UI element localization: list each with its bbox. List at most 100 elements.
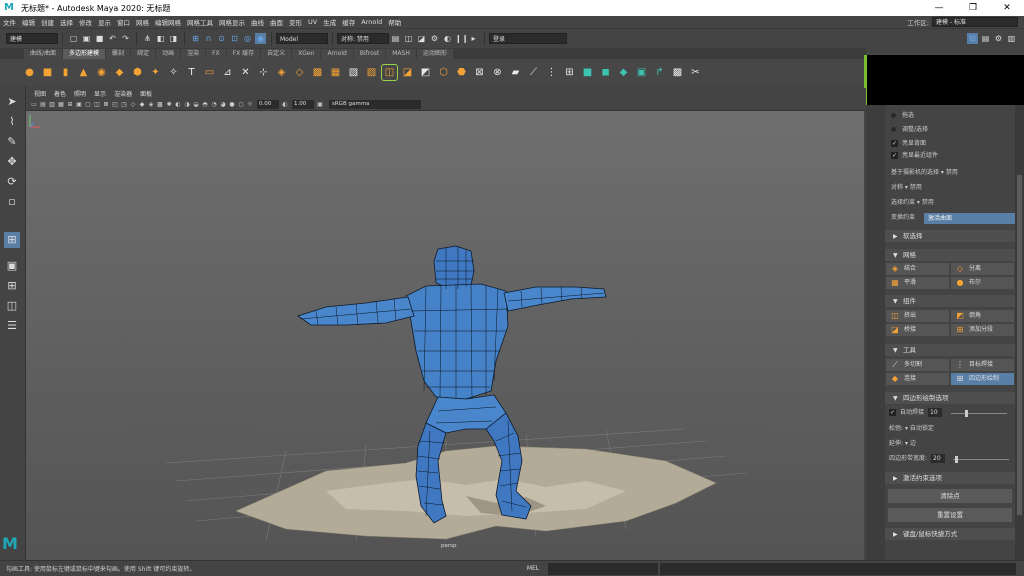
close-button[interactable]: ✕ [990, 0, 1024, 16]
shelf-tab-bifrost[interactable]: Bifrost [353, 49, 386, 59]
pause-icon[interactable]: ❙❙ [455, 33, 468, 44]
minimize-button[interactable]: — [922, 0, 956, 16]
separate-button[interactable]: ◇ 分离 [951, 263, 1014, 275]
render-view-icon[interactable]: ▤ [390, 33, 401, 44]
super-shape-icon[interactable]: ✧ [166, 65, 181, 80]
separate-icon[interactable]: ◇ [292, 65, 307, 80]
modeling-toolkit-icon[interactable]: ⊟ [967, 33, 978, 44]
screen-space-ao-icon[interactable]: ◑ [183, 101, 191, 109]
strip-width-slider-knob[interactable] [955, 456, 958, 463]
extend-option[interactable]: 延伸: ▾ 边 [889, 439, 916, 449]
render-frame-icon[interactable]: ◫ [403, 33, 414, 44]
smooth-shade-icon[interactable]: ◆ [138, 101, 146, 109]
shelf-tab-animation[interactable]: 动画 [156, 49, 181, 59]
shelf-tab-poly-modeling[interactable]: 多边形建模 [63, 49, 106, 59]
menu-help[interactable]: 帮助 [385, 17, 404, 27]
menu-windows[interactable]: 窗口 [114, 17, 133, 27]
exposure-icon[interactable]: ☼ [246, 101, 254, 109]
channel-box-icon[interactable]: ▥ [1006, 33, 1017, 44]
symmetry-dropdown[interactable]: 对称: 禁用 [337, 33, 389, 44]
section-mesh[interactable]: ▼ 网格 [885, 249, 1015, 261]
motion-blur-icon[interactable]: ◒ [192, 101, 200, 109]
camera-attributes-icon[interactable]: ▤ [39, 101, 47, 109]
xray-joints-icon[interactable]: ● [228, 101, 236, 109]
undo-icon[interactable]: ↶ [107, 33, 118, 44]
section-soft-select[interactable]: ▶ 软选择 [885, 230, 1015, 242]
target-weld-icon[interactable]: ⋮ [544, 65, 559, 80]
text-icon[interactable]: T [184, 65, 199, 80]
film-gate-icon[interactable]: ▣ [75, 101, 83, 109]
xray-icon[interactable]: ◕ [219, 101, 227, 109]
bevel-icon[interactable]: ◩ [418, 65, 433, 80]
redo-icon[interactable]: ↷ [120, 33, 131, 44]
menu-cache[interactable]: 缓存 [339, 17, 358, 27]
poly-disc-icon[interactable]: ⬢ [130, 65, 145, 80]
bevel-button[interactable]: ◩ 倒角 [951, 310, 1014, 322]
menu-display[interactable]: 显示 [95, 17, 114, 27]
script-language-button[interactable]: MEL [518, 565, 548, 572]
selection-constraint[interactable]: 选择约束 ▾ 禁用 [891, 198, 934, 208]
command-input[interactable] [548, 562, 658, 575]
scrollbar-thumb[interactable] [1017, 175, 1022, 515]
multicut-icon[interactable]: ⟋ [526, 65, 541, 80]
textured-icon[interactable]: ▩ [156, 101, 164, 109]
add-divisions-button[interactable]: ⊞ 添加分段 [951, 324, 1014, 336]
cylindrical-mapping-icon[interactable]: ◼ [598, 65, 613, 80]
single-perspective-layout-icon[interactable]: ▣ [4, 258, 20, 274]
bookmark-icon[interactable]: ▥ [48, 101, 56, 109]
select-hierarchy-icon[interactable]: ⋔ [142, 33, 153, 44]
boolean-union-icon[interactable]: ▩ [310, 65, 325, 80]
merge-icon[interactable]: ⊗ [490, 65, 505, 80]
shelf-tab-rigging[interactable]: 绑定 [131, 49, 156, 59]
snap-point-icon[interactable]: ⊙ [216, 33, 227, 44]
select-camera-icon[interactable]: ▭ [30, 101, 38, 109]
shelf-tab-mash[interactable]: MASH [386, 49, 416, 59]
menu-modify[interactable]: 修改 [76, 17, 95, 27]
color-space-dropdown[interactable]: sRGB gamma [329, 100, 421, 109]
save-scene-icon[interactable]: ■ [94, 33, 105, 44]
quad-draw-tool-icon[interactable]: ⊞ [4, 232, 20, 248]
shelf-tab-fx[interactable]: FX [206, 49, 226, 59]
login-dropdown[interactable]: 登录 [489, 33, 567, 44]
menu-select[interactable]: 选择 [57, 17, 76, 27]
sew-uv-icon[interactable]: ✂ [688, 65, 703, 80]
xform-icon[interactable]: ⊹ [256, 65, 271, 80]
move-tool-icon[interactable]: ✥ [4, 154, 20, 170]
shelf-tab-rendering[interactable]: 渲染 [181, 49, 206, 59]
camera-based-selection[interactable]: 基于摄影机的选择 ▾ 禁用 [891, 168, 958, 178]
menu-surfaces[interactable]: 曲面 [267, 17, 286, 27]
section-hotkeys[interactable]: ▶ 键盘/鼠标快捷方式 [885, 528, 1015, 540]
render-settings-icon[interactable]: ⚙ [429, 33, 440, 44]
hypershade-icon[interactable]: ◐ [442, 33, 453, 44]
shelf-tab-curves[interactable]: 曲线/曲面 [24, 49, 63, 59]
combine-icon[interactable]: ◈ [274, 65, 289, 80]
mirror-icon[interactable]: ▨ [364, 65, 379, 80]
viewport-menu-lighting[interactable]: 照明 [70, 89, 90, 98]
viewport-3d[interactable]: persp [26, 111, 864, 560]
snap-surface-icon[interactable]: ◎ [242, 33, 253, 44]
gamma-icon[interactable]: ◐ [281, 101, 289, 109]
snap-view-icon[interactable]: ⊡ [229, 33, 240, 44]
menu-create[interactable]: 创建 [38, 17, 57, 27]
insert-edge-loop-icon[interactable]: ⊞ [562, 65, 577, 80]
reset-settings-button[interactable]: 重置设置 [888, 508, 1012, 522]
relax-option[interactable]: 松弛: ▾ 自动锁定 [889, 424, 934, 434]
menu-file[interactable]: 文件 [0, 17, 19, 27]
xray-components-icon[interactable]: ○ [237, 101, 245, 109]
shelf-tab-motion-graphics[interactable]: 运动图形 [416, 49, 453, 59]
platonic-solid-icon[interactable]: ✦ [148, 65, 163, 80]
safe-action-icon[interactable]: ◰ [111, 101, 119, 109]
svg-icon[interactable]: ▭ [202, 65, 217, 80]
lattice-icon[interactable]: ✕ [238, 65, 253, 80]
attribute-editor-icon[interactable]: ▤ [980, 33, 991, 44]
section-components[interactable]: ▼ 组件 [885, 295, 1015, 307]
viewport-menu-shading[interactable]: 着色 [50, 89, 70, 98]
sweep-mesh-icon[interactable]: ⊿ [220, 65, 235, 80]
reduce-icon[interactable]: ▧ [346, 65, 361, 80]
highlight-backfaces-checkbox[interactable]: ✓ 亮显背面 [891, 139, 926, 149]
fill-hole-icon[interactable]: ⬡ [436, 65, 451, 80]
collapse-icon[interactable]: ⊠ [472, 65, 487, 80]
clear-points-button[interactable]: 清除点 [888, 489, 1012, 503]
boolean-button[interactable]: ● 布尔 [951, 277, 1014, 289]
maximize-button[interactable]: ❐ [956, 0, 990, 16]
